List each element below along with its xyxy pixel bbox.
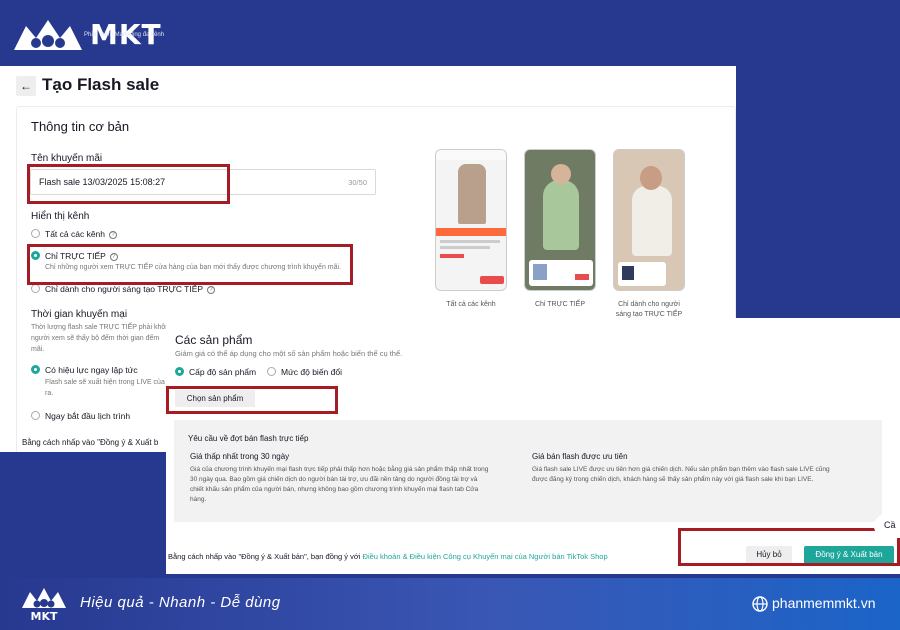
req-lowest-price-title: Giá thấp nhất trong 30 ngày: [190, 452, 290, 461]
section-title: Thông tin cơ bản: [31, 119, 130, 134]
preview-caption-creators: Chỉ dành cho người: [618, 301, 680, 308]
option-product-level[interactable]: Cấp độ sản phẩm: [189, 367, 256, 377]
requirements-box: Yêu cầu về đợt bán flash trực tiếp Giá t…: [174, 420, 882, 522]
mkt-logo-icon: [14, 20, 82, 50]
page-title: Tạo Flash sale: [42, 75, 160, 94]
option-immediate[interactable]: Có hiệu lực ngay lập tức: [45, 365, 138, 375]
radio-live-creators[interactable]: [31, 284, 40, 293]
mkt-footer-logo-icon: MKT: [22, 588, 66, 623]
immediate-hint-line1: Flash sale sẽ xuất hiện trong LIVE của: [45, 379, 165, 386]
terms-note: Bằng cách nhấp vào "Đồng ý & Xuất bản", …: [168, 552, 608, 561]
option-variant-level[interactable]: Mức độ biến đổi: [281, 367, 342, 377]
help-icon: ?: [207, 286, 216, 294]
highlight-promo-name: [27, 164, 230, 204]
preview-caption-all: Tất cả các kênh: [446, 301, 496, 308]
footer-band: MKT Hiệu quả - Nhanh - Dễ dùng phanmemmk…: [0, 578, 900, 630]
time-label: Thời gian khuyến mại: [31, 309, 128, 320]
radio-immediate[interactable]: [31, 365, 40, 374]
requirements-title: Yêu cầu về đợt bán flash trực tiếp: [188, 434, 309, 443]
highlight-live-only: [27, 244, 353, 285]
highlight-action-buttons: [678, 528, 900, 566]
brand-tagline: Phần mềm Marketing đa kênh: [84, 32, 165, 38]
slogan: Hiệu quả - Nhanh - Dễ dùng: [80, 594, 281, 611]
preview-caption-live: Chỉ TRỰC TIẾP: [534, 301, 586, 308]
preview-caption-creators-line2: sáng tạo TRỰC TIẾP: [615, 311, 683, 318]
products-subtitle: Giảm giá có thể áp dụng cho một số sản p…: [175, 349, 403, 358]
immediate-hint-line2: ra.: [45, 390, 54, 397]
preview-live-creators: [613, 149, 685, 291]
preview-live-only: [524, 149, 596, 291]
channel-label: Hiển thị kênh: [31, 211, 90, 222]
radio-scheduled[interactable]: [31, 411, 40, 420]
preview-all-channels: [435, 149, 507, 291]
time-hint-line1: Thời lượng flash sale TRỰC TIẾP phải khô…: [31, 324, 170, 331]
radio-all-channels[interactable]: [31, 229, 40, 238]
time-hint-line2: người xem sẽ thấy bộ đếm thời gian đếm: [31, 335, 160, 342]
agree-note: Bằng cách nhấp vào "Đồng ý & Xuất b: [22, 438, 159, 447]
radio-variant-level[interactable]: [267, 367, 276, 376]
time-hint-line3: mãi.: [31, 346, 45, 353]
highlight-choose-products: [166, 386, 338, 414]
help-icon: ?: [109, 231, 118, 239]
terms-link[interactable]: Điều khoản & Điều kiện Công cụ Khuyến mạ…: [363, 552, 608, 561]
products-title: Các sản phẩm: [175, 333, 253, 347]
req-priority-text: Giá flash sale LIVE được ưu tiên hơn giá…: [532, 466, 830, 483]
req-priority-title: Giá bán flash được ưu tiên: [532, 452, 628, 461]
side-help-bubble[interactable]: Cầ: [874, 514, 900, 538]
option-live-creators[interactable]: Chỉ dành cho người sáng tạo TRỰC TIẾP?: [45, 284, 216, 294]
char-counter: 30/50: [348, 178, 367, 187]
back-button[interactable]: ←: [16, 76, 36, 96]
option-all-channels[interactable]: Tất cả các kênh?: [45, 229, 118, 239]
promo-name-label: Tên khuyến mãi: [31, 153, 103, 164]
globe-icon: [752, 596, 768, 612]
option-scheduled[interactable]: Ngay bắt đầu lịch trình: [45, 411, 130, 421]
req-lowest-price-text: Giá của chương trình khuyến mại flash tr…: [190, 466, 489, 503]
radio-product-level[interactable]: [175, 367, 184, 376]
website-link[interactable]: phanmemmkt.vn: [772, 595, 875, 611]
svg-text:MKT: MKT: [31, 610, 58, 623]
